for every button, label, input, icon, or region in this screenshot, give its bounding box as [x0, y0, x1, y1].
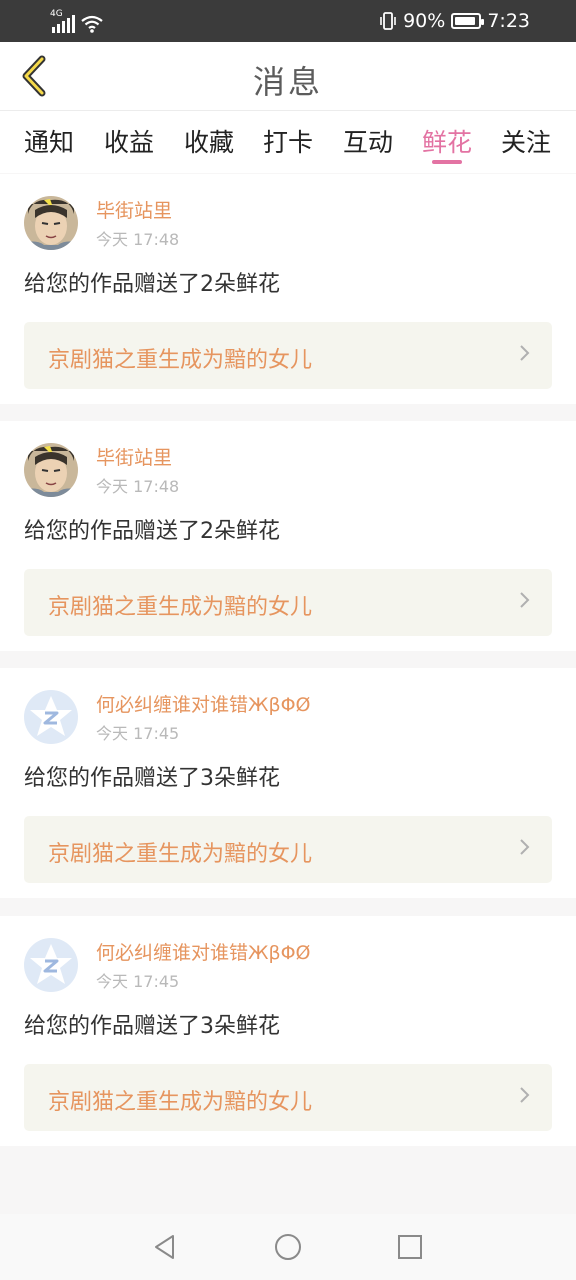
- network-label: 4G: [50, 9, 63, 19]
- message-time: 今天 17:45: [96, 972, 180, 991]
- home-circle-icon[interactable]: [274, 1233, 302, 1261]
- message-text: 给您的作品赠送了3朵鲜花: [24, 1014, 280, 1039]
- message-text: 给您的作品赠送了2朵鲜花: [24, 519, 280, 544]
- message-card: 毕街站里 今天 17:48 给您的作品赠送了2朵鲜花 京剧猫之重生成为黯的女儿: [0, 421, 576, 651]
- active-tab-indicator: [432, 160, 462, 164]
- qq-avatar-icon[interactable]: [24, 938, 78, 992]
- recents-square-icon[interactable]: [396, 1233, 424, 1261]
- tab-bar: 通知 收益 收藏 打卡 互动 鲜花 关注: [0, 111, 576, 173]
- battery-icon: [451, 13, 485, 29]
- message-card: 何必纠缠谁对谁错ЖβΦØ 今天 17:45 给您的作品赠送了3朵鲜花 京剧猫之重…: [0, 916, 576, 1146]
- page-title: 消息: [252, 63, 323, 101]
- clock: 7:23: [487, 10, 530, 32]
- work-title: 京剧猫之重生成为黯的女儿: [48, 1090, 313, 1115]
- chevron-right-icon: [520, 839, 530, 855]
- message-text: 给您的作品赠送了2朵鲜花: [24, 272, 280, 297]
- battery-percent: 90%: [403, 10, 446, 32]
- work-title: 京剧猫之重生成为黯的女儿: [48, 842, 313, 867]
- chevron-right-icon: [520, 592, 530, 608]
- signal-icon: 4G: [50, 9, 75, 33]
- system-nav-bar: [0, 1214, 576, 1280]
- header: 消息: [0, 42, 576, 111]
- tab-favorites[interactable]: 收藏: [178, 123, 240, 159]
- username[interactable]: 何必纠缠谁对谁错ЖβΦØ: [96, 690, 311, 717]
- tab-earnings[interactable]: 收益: [98, 123, 160, 159]
- chevron-right-icon: [520, 345, 530, 361]
- username[interactable]: 毕街站里: [96, 443, 172, 470]
- message-time: 今天 17:48: [96, 230, 180, 249]
- work-link[interactable]: 京剧猫之重生成为黯的女儿: [24, 322, 552, 389]
- qq-avatar-icon[interactable]: [24, 690, 78, 744]
- vibrate-icon: [380, 12, 396, 30]
- tab-follows[interactable]: 关注: [495, 123, 557, 159]
- wifi-icon: [81, 15, 103, 33]
- work-title: 京剧猫之重生成为黯的女儿: [48, 348, 313, 373]
- username[interactable]: 何必纠缠谁对谁错ЖβΦØ: [96, 938, 311, 965]
- message-text: 给您的作品赠送了3朵鲜花: [24, 766, 280, 791]
- tab-interactions[interactable]: 互动: [337, 123, 399, 159]
- avatar[interactable]: [24, 443, 78, 497]
- tab-notifications[interactable]: 通知: [18, 123, 80, 159]
- back-triangle-icon[interactable]: [151, 1233, 179, 1261]
- work-link[interactable]: 京剧猫之重生成为黯的女儿: [24, 816, 552, 883]
- message-time: 今天 17:45: [96, 724, 180, 743]
- message-card: 毕街站里 今天 17:48 给您的作品赠送了2朵鲜花 京剧猫之重生成为黯的女儿: [0, 174, 576, 404]
- username[interactable]: 毕街站里: [96, 196, 172, 223]
- work-link[interactable]: 京剧猫之重生成为黯的女儿: [24, 569, 552, 636]
- message-card: 何必纠缠谁对谁错ЖβΦØ 今天 17:45 给您的作品赠送了3朵鲜花 京剧猫之重…: [0, 668, 576, 898]
- tab-checkin[interactable]: 打卡: [257, 123, 319, 159]
- status-bar: 4G 90% 7:23: [0, 0, 576, 42]
- work-title: 京剧猫之重生成为黯的女儿: [48, 595, 313, 620]
- work-link[interactable]: 京剧猫之重生成为黯的女儿: [24, 1064, 552, 1131]
- tab-flowers[interactable]: 鲜花: [416, 123, 478, 159]
- avatar[interactable]: [24, 196, 78, 250]
- chevron-right-icon: [520, 1087, 530, 1103]
- message-time: 今天 17:48: [96, 477, 180, 496]
